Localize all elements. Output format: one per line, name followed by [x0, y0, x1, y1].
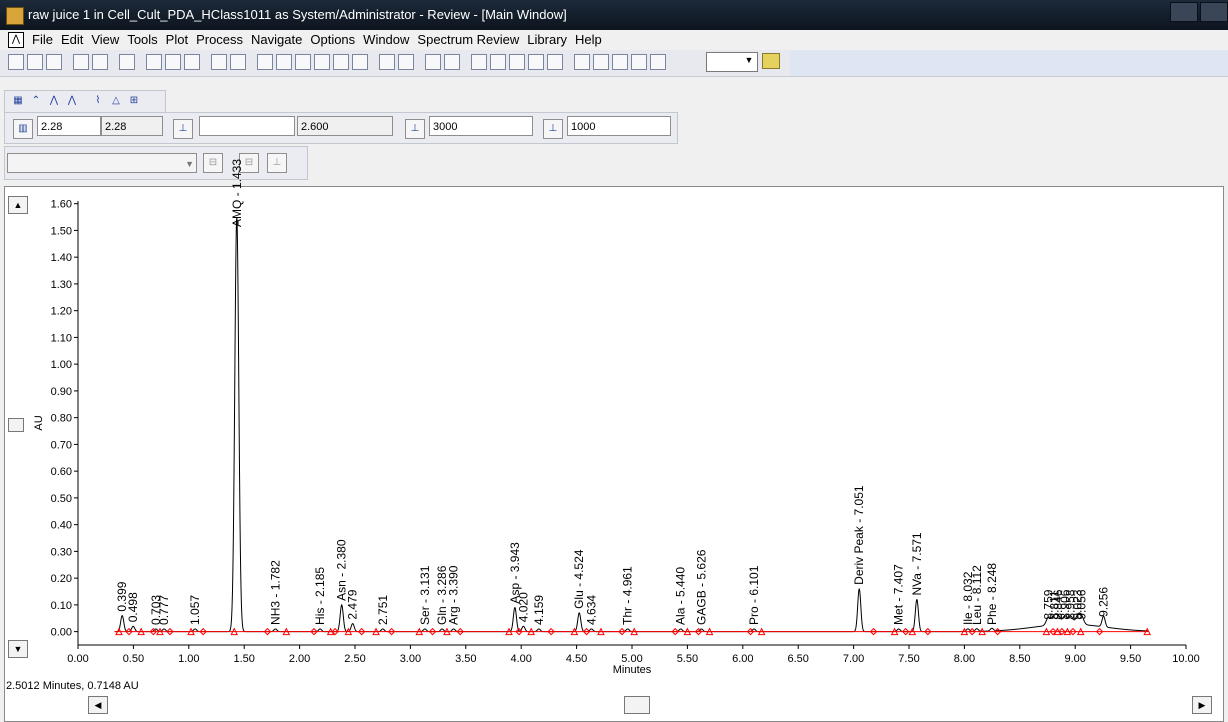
peak-label: Ala - 5.440 [674, 567, 688, 625]
y-tick-label: 1.60 [51, 199, 72, 211]
peak-label: 4.634 [584, 595, 598, 625]
y-tick-label: 1.30 [51, 279, 72, 291]
x-tick-label: 1.50 [233, 653, 254, 665]
peak-label: His - 2.185 [313, 567, 327, 625]
y-tick-label: 1.50 [51, 225, 72, 237]
peak-label: 0.498 [126, 592, 140, 622]
peak-label: AMQ - 1.433 [230, 159, 244, 227]
x-tick-label: 4.50 [566, 653, 587, 665]
peak-label: 2.751 [376, 595, 390, 625]
y-tick-label: 1.10 [51, 332, 72, 344]
x-tick-label: 8.00 [954, 653, 975, 665]
peak-label: 2.479 [346, 589, 360, 619]
cursor-readout: 2.5012 Minutes, 0.7148 AU [6, 680, 139, 692]
x-tick-label: 4.00 [510, 653, 531, 665]
peak-label: Pro - 6.101 [747, 565, 761, 625]
y-tick-label: 0.90 [51, 386, 72, 398]
y-tick-label: 0.70 [51, 439, 72, 451]
y-tick-label: 0.20 [51, 573, 72, 585]
x-tick-label: 10.00 [1172, 653, 1200, 665]
y-tick-label: 1.40 [51, 252, 72, 264]
peak-label: 4.020 [516, 592, 530, 622]
x-tick-label: 9.50 [1120, 653, 1141, 665]
y-tick-label: 0.10 [51, 600, 72, 612]
peak-label: NVa - 7.571 [910, 532, 924, 595]
peak-label: Met - 7.407 [892, 564, 906, 625]
y-axis-title: AU [33, 415, 45, 430]
peak-label: 9.056 [1074, 589, 1088, 619]
x-tick-label: 3.00 [400, 653, 421, 665]
y-tick-label: 1.00 [51, 359, 72, 371]
scroll-right-arrow-icon[interactable]: ▶ [1192, 696, 1212, 714]
x-tick-label: 6.50 [787, 653, 808, 665]
peak-label: Leu - 8.112 [970, 565, 984, 625]
peak-label: Arg - 3.390 [447, 565, 461, 625]
chromatogram-chart[interactable]: 0.00 0.10 0.20 0.30 0.40 0.50 0.60 0.70 0.80 0.90… [0, 0, 1228, 722]
peak-label: 1.057 [188, 595, 202, 625]
y-tick-label: 0.50 [51, 493, 72, 505]
y-tick-label: 0.60 [51, 466, 72, 478]
peak-label: Phe - 8.248 [985, 563, 999, 625]
peak-label: 9.256 [1097, 587, 1111, 617]
peak-label: Deriv Peak - 7.051 [852, 485, 866, 585]
x-tick-label: 3.50 [455, 653, 476, 665]
y-tick-label: 0.00 [51, 627, 72, 639]
peak-label: 4.159 [532, 595, 546, 625]
scroll-left-arrow-icon[interactable]: ◀ [88, 696, 108, 714]
peak-label: 0.777 [157, 595, 171, 625]
x-tick-label: 9.00 [1064, 653, 1085, 665]
x-tick-label: 7.50 [898, 653, 919, 665]
x-tick-label: 0.00 [67, 653, 88, 665]
peak-label: Ser - 3.131 [418, 565, 432, 625]
x-tick-label: 5.50 [677, 653, 698, 665]
y-tick-label: 1.20 [51, 306, 72, 318]
peak-label: NH3 - 1.782 [268, 560, 282, 625]
x-tick-label: 0.50 [123, 653, 144, 665]
x-tick-label: 6.00 [732, 653, 753, 665]
peak-label: Thr - 4.961 [621, 566, 635, 625]
peak-label: GAGB - 5.626 [694, 549, 708, 625]
x-tick-label: 7.00 [843, 653, 864, 665]
y-tick-label: 0.80 [51, 413, 72, 425]
x-tick-label: 8.50 [1009, 653, 1030, 665]
x-tick-label: 2.50 [344, 653, 365, 665]
x-axis-title: Minutes [613, 664, 652, 676]
y-tick-label: 0.40 [51, 520, 72, 532]
hscroll-thumb[interactable] [624, 696, 650, 714]
x-tick-label: 2.00 [289, 653, 310, 665]
horizontal-scrollbar[interactable]: ◀ ▶ [88, 696, 1212, 714]
y-tick-label: 0.30 [51, 546, 72, 558]
x-tick-label: 1.00 [178, 653, 199, 665]
